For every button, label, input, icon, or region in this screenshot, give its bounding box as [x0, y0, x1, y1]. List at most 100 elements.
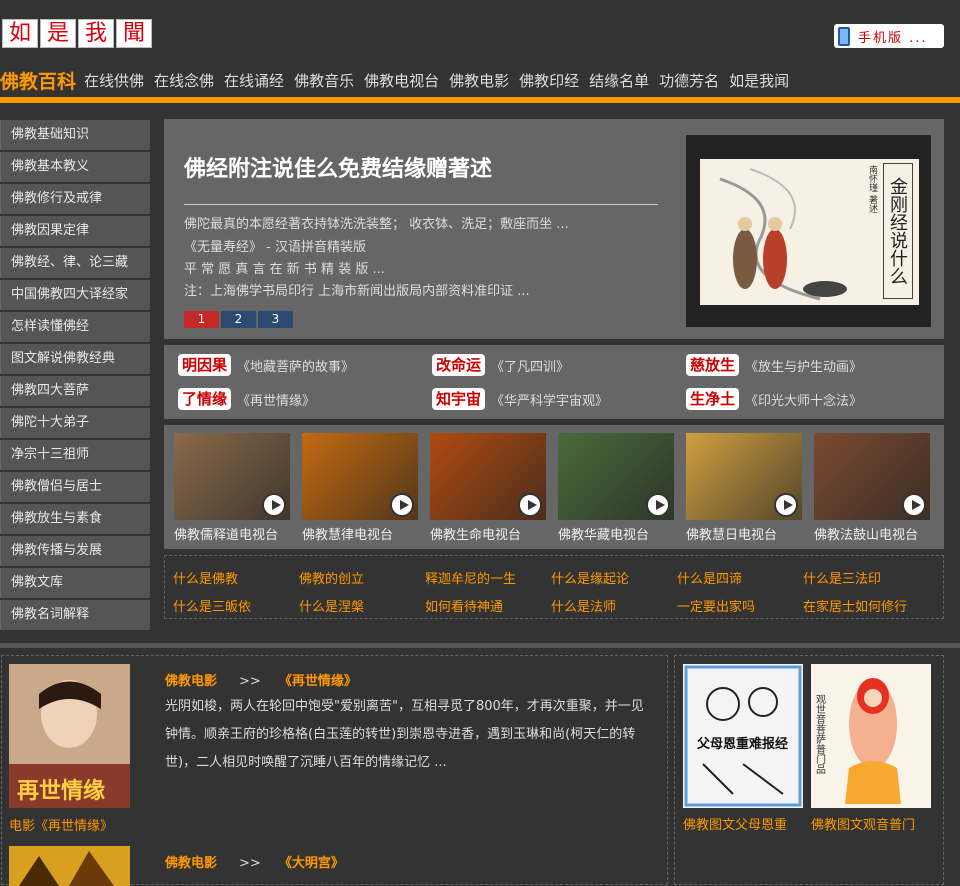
tv-channel[interactable]: 佛教慧日电视台: [686, 433, 802, 543]
site-logo[interactable]: 如 是 我 聞: [2, 19, 152, 48]
featured-slider: 佛经附注说佳么免费结缘赠著述 佛陀最真的本愿经著衣持钵洗洗装整； 收衣钵、洗足；…: [164, 119, 944, 339]
illustrated-thumbnail: 父母恩重难报经: [683, 664, 803, 808]
topic-tag[interactable]: 明因果 《地藏菩萨的故事》: [178, 354, 354, 376]
tag-subtitle: 《地藏菩萨的故事》: [237, 359, 355, 375]
sidebar-item[interactable]: 中国佛教四大译经家: [0, 280, 150, 310]
sidebar-item[interactable]: 佛教传播与发展: [0, 536, 150, 566]
illustrated-caption: 佛教图文观音普门: [811, 818, 916, 833]
movie-title[interactable]: 《大明宫》: [279, 856, 344, 871]
slide-desc-line: 注：上海佛学书局印行 上海市新闻出版局内部资料准印证 ...: [184, 284, 530, 299]
nav-underline: [0, 97, 960, 103]
sidebar-item[interactable]: 佛教修行及戒律: [0, 184, 150, 214]
faq-link[interactable]: 释迦牟尼的一生: [425, 568, 516, 587]
movie-title[interactable]: 《再世情缘》: [279, 674, 357, 689]
nav-item[interactable]: 在线念佛: [154, 70, 214, 91]
nav-item[interactable]: 佛教电影: [449, 70, 509, 91]
faq-link[interactable]: 什么是三法印: [803, 568, 881, 587]
play-icon: [646, 493, 670, 517]
mobile-version-label: 手机版 ...: [858, 30, 928, 46]
slider-pagination: 1 2 3: [184, 311, 293, 328]
sidebar-item[interactable]: 佛陀十大弟子: [0, 408, 150, 438]
tv-thumbnail: [686, 433, 802, 520]
nav-brand[interactable]: 佛教百科: [0, 67, 76, 94]
sidebar-item[interactable]: 佛教文库: [0, 568, 150, 598]
slider-page-button[interactable]: 2: [221, 311, 256, 328]
faq-link[interactable]: 什么是缘起论: [551, 568, 629, 587]
faq-link[interactable]: 在家居士如何修行: [803, 596, 907, 615]
logo-char: 是: [40, 19, 76, 48]
tv-channel[interactable]: 佛教生命电视台: [430, 433, 546, 543]
movie-poster[interactable]: [9, 846, 130, 886]
sidebar-item[interactable]: 佛教基础知识: [0, 120, 150, 150]
faq-link[interactable]: 什么是涅槃: [299, 596, 364, 615]
topic-tag[interactable]: 慈放生 《放生与护生动画》: [686, 354, 862, 376]
phone-icon: [838, 26, 850, 46]
movie-poster-art: 再世情缘: [9, 664, 130, 808]
sidebar-item[interactable]: 佛教名词解释: [0, 600, 150, 630]
movie-category[interactable]: 佛教电影: [165, 674, 217, 689]
slide-desc-line: 《无量寿经》 - 汉语拼音精装版: [184, 240, 366, 255]
book-cover: 金刚经说什么 南怀瑾 著述: [700, 159, 919, 305]
movie-heading: 佛教电影 >> 《再世情缘》: [165, 670, 357, 689]
faq-link[interactable]: 佛教的创立: [299, 568, 364, 587]
nav-item[interactable]: 功德芳名: [659, 70, 719, 91]
tv-channels: 佛教儒释道电视台 佛教慧律电视台 佛教生命电视台 佛教华藏电视台 佛教慧日电视台…: [164, 425, 944, 549]
mobile-version-button[interactable]: 手机版 ...: [834, 24, 944, 48]
topic-tag[interactable]: 知宇宙 《华严科学宇宙观》: [432, 388, 608, 410]
movie-category[interactable]: 佛教电影: [165, 856, 217, 871]
sidebar-item[interactable]: 佛教因果定律: [0, 216, 150, 246]
sidebar-item[interactable]: 佛教僧侣与居士: [0, 472, 150, 502]
topic-tag[interactable]: 改命运 《了凡四训》: [432, 354, 569, 376]
nav-item[interactable]: 结缘名单: [589, 70, 649, 91]
illustrated-panel: 父母恩重难报经 佛教图文父母恩重 观世音菩萨普门品 佛教图文观音普门: [674, 655, 944, 885]
faq-link[interactable]: 一定要出家吗: [677, 596, 755, 615]
sidebar-item[interactable]: 图文解说佛教经典: [0, 344, 150, 374]
faq-link[interactable]: 什么是三皈依: [173, 596, 251, 615]
nav-item[interactable]: 如是我闻: [729, 70, 789, 91]
illustrated-item[interactable]: 观世音菩萨普门品 佛教图文观音普门: [811, 664, 931, 833]
slide-desc-line: 平 常 愿 真 言 在 新 书 精 装 版 ...: [184, 262, 385, 277]
tv-channel[interactable]: 佛教法鼓山电视台: [814, 433, 930, 543]
tag-chip: 明因果: [178, 354, 232, 376]
illustrated-thumbnail: 观世音菩萨普门品: [811, 664, 931, 808]
slide-image[interactable]: 金刚经说什么 南怀瑾 著述: [686, 135, 931, 327]
nav-item[interactable]: 佛教印经: [519, 70, 579, 91]
topic-tag[interactable]: 生净土 《印光大师十念法》: [686, 388, 862, 410]
tv-channel[interactable]: 佛教儒释道电视台: [174, 433, 290, 543]
sidebar-item[interactable]: 怎样读懂佛经: [0, 312, 150, 342]
faq-link[interactable]: 什么是四谛: [677, 568, 742, 587]
movie-heading: 佛教电影 >> 《大明宫》: [165, 852, 344, 871]
slider-page-button[interactable]: 3: [258, 311, 293, 328]
movie-caption[interactable]: 电影《再世情缘》: [9, 815, 113, 834]
tag-subtitle: 《印光大师十念法》: [745, 393, 863, 409]
sidebar-item[interactable]: 佛教经、律、论三藏: [0, 248, 150, 278]
topic-tag[interactable]: 了情缘 《再世情缘》: [178, 388, 315, 410]
logo-char: 如: [2, 19, 38, 48]
nav-item[interactable]: 在线诵经: [224, 70, 284, 91]
sidebar-item[interactable]: 佛教放生与素食: [0, 504, 150, 534]
sidebar: 佛教基础知识 佛教基本教义 佛教修行及戒律 佛教因果定律 佛教经、律、论三藏 中…: [0, 120, 150, 632]
sidebar-item[interactable]: 佛教基本教义: [0, 152, 150, 182]
tv-thumbnail: [174, 433, 290, 520]
nav-item[interactable]: 佛教电视台: [364, 70, 439, 91]
tv-thumbnail: [302, 433, 418, 520]
sidebar-item[interactable]: 净宗十三祖师: [0, 440, 150, 470]
nav-item[interactable]: 佛教音乐: [294, 70, 354, 91]
topic-tags: 明因果 《地藏菩萨的故事》 改命运 《了凡四训》 慈放生 《放生与护生动画》 了…: [164, 345, 944, 419]
faq-link[interactable]: 什么是法师: [551, 596, 616, 615]
illustrated-item[interactable]: 父母恩重难报经 佛教图文父母恩重: [683, 664, 803, 833]
movie-arrow: >>: [239, 674, 261, 689]
slider-page-button[interactable]: 1: [184, 311, 219, 328]
faq-link[interactable]: 什么是佛教: [173, 568, 238, 587]
sidebar-item[interactable]: 佛教四大菩萨: [0, 376, 150, 406]
tv-channel[interactable]: 佛教华藏电视台: [558, 433, 674, 543]
nav-item[interactable]: 在线供佛: [84, 70, 144, 91]
tv-channel[interactable]: 佛教慧律电视台: [302, 433, 418, 543]
tag-chip: 慈放生: [686, 354, 740, 376]
play-icon: [774, 493, 798, 517]
slide-title[interactable]: 佛经附注说佳么免费结缘赠著述: [184, 151, 492, 183]
tv-channel-label: 佛教法鼓山电视台: [814, 528, 919, 543]
play-icon: [902, 493, 926, 517]
movie-poster[interactable]: 再世情缘: [9, 664, 130, 808]
faq-link[interactable]: 如何看待神通: [425, 596, 503, 615]
